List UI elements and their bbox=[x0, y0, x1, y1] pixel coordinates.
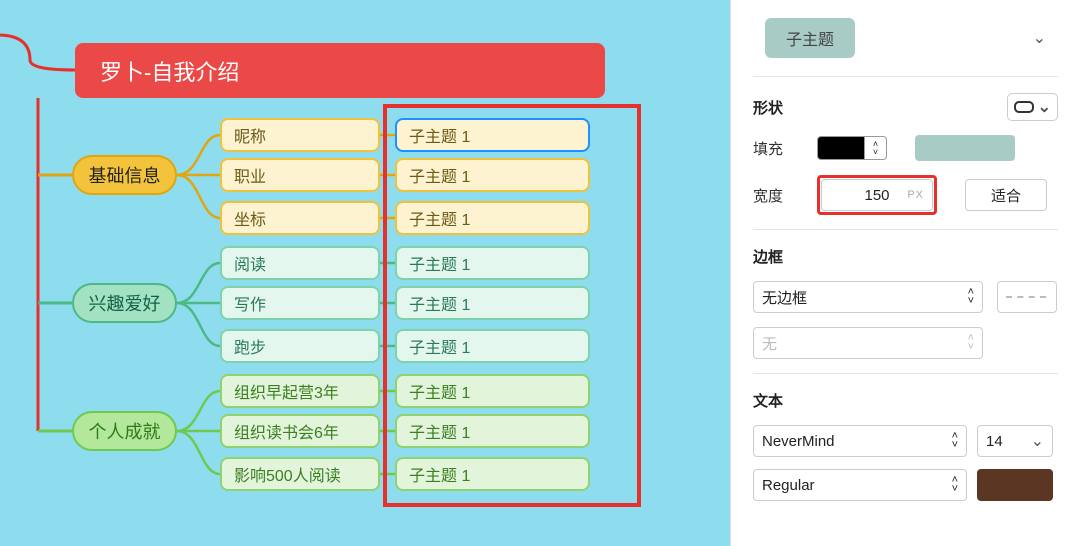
stepper-icon: ˄˅ bbox=[952, 476, 958, 494]
width-input[interactable]: 150 PX bbox=[821, 179, 933, 211]
root-label: 罗卜-自我介绍 bbox=[100, 55, 239, 87]
sub-node[interactable]: 组织读书会6年 bbox=[220, 414, 380, 448]
sub-label: 写作 bbox=[234, 291, 266, 315]
sub-node[interactable]: 坐标 bbox=[220, 201, 380, 235]
sub-node[interactable]: 影响500人阅读 bbox=[220, 457, 380, 491]
sub-label: 跑步 bbox=[234, 334, 266, 358]
leaf-label: 子主题 1 bbox=[409, 206, 470, 230]
font-family-value: NeverMind bbox=[762, 433, 835, 450]
sub-node[interactable]: 跑步 bbox=[220, 329, 380, 363]
fit-button[interactable]: 适合 bbox=[965, 179, 1047, 211]
width-unit: PX bbox=[907, 189, 924, 201]
leaf-label: 子主题 1 bbox=[409, 123, 470, 147]
leaf-node[interactable]: 子主题 1 bbox=[395, 329, 590, 363]
chevron-down-icon: ⌄ bbox=[1031, 431, 1044, 451]
branch-label: 基础信息 bbox=[89, 162, 161, 188]
branch-node-1[interactable]: 基础信息 bbox=[72, 155, 177, 195]
highlight-box-width: 150 PX bbox=[817, 175, 937, 215]
stepper-icon: ˄˅ bbox=[968, 288, 974, 306]
leaf-node[interactable]: 子主题 1 bbox=[395, 457, 590, 491]
sub-node[interactable]: 职业 bbox=[220, 158, 380, 192]
leaf-node[interactable]: 子主题 1 bbox=[395, 246, 590, 280]
font-weight-value: Regular bbox=[762, 477, 815, 494]
branch-node-2[interactable]: 兴趣爱好 bbox=[72, 283, 177, 323]
leaf-label: 子主题 1 bbox=[409, 462, 470, 486]
style-preview-chip[interactable]: 子主题 bbox=[765, 18, 855, 58]
properties-panel: 子主题 ⌄ 形状 ⌄ 填充 ˄˅ 宽度 150 PX 适合 边框 bbox=[730, 0, 1080, 546]
sub-node[interactable]: 组织早起营3年 bbox=[220, 374, 380, 408]
fill-primary-swatch[interactable] bbox=[817, 136, 865, 160]
border-title: 边框 bbox=[753, 246, 1058, 267]
leaf-label: 子主题 1 bbox=[409, 334, 470, 358]
style-preview-label: 子主题 bbox=[786, 26, 834, 50]
shape-dropdown[interactable]: ⌄ bbox=[1007, 93, 1058, 121]
text-title: 文本 bbox=[753, 390, 1058, 411]
branch-node-3[interactable]: 个人成就 bbox=[72, 411, 177, 451]
branch-label: 兴趣爱好 bbox=[89, 290, 161, 316]
border-style-value: 无边框 bbox=[762, 287, 807, 308]
sub-label: 昵称 bbox=[234, 123, 266, 147]
chevron-down-icon: ⌄ bbox=[1038, 97, 1051, 117]
sub-node[interactable]: 写作 bbox=[220, 286, 380, 320]
leaf-label: 子主题 1 bbox=[409, 291, 470, 315]
leaf-node-selected[interactable]: 子主题 1 bbox=[395, 118, 590, 152]
font-size-dropdown[interactable]: 14 ⌄ bbox=[977, 425, 1053, 457]
sub-label: 职业 bbox=[234, 163, 266, 187]
border-color-value: 无 bbox=[762, 333, 777, 354]
border-style-dropdown[interactable]: 无边框 ˄˅ bbox=[753, 281, 983, 313]
fill-label: 填充 bbox=[753, 138, 803, 159]
font-weight-dropdown[interactable]: Regular ˄˅ bbox=[753, 469, 967, 501]
leaf-label: 子主题 1 bbox=[409, 163, 470, 187]
sub-label: 组织早起营3年 bbox=[234, 379, 339, 403]
sub-label: 组织读书会6年 bbox=[234, 419, 339, 443]
font-family-dropdown[interactable]: NeverMind ˄˅ bbox=[753, 425, 967, 457]
leaf-label: 子主题 1 bbox=[409, 379, 470, 403]
root-node[interactable]: 罗卜-自我介绍 bbox=[75, 43, 605, 98]
sub-node[interactable]: 阅读 bbox=[220, 246, 380, 280]
sub-label: 影响500人阅读 bbox=[234, 462, 341, 486]
sub-label: 阅读 bbox=[234, 251, 266, 275]
width-label: 宽度 bbox=[753, 185, 803, 206]
leaf-node[interactable]: 子主题 1 bbox=[395, 374, 590, 408]
shape-label: 形状 bbox=[753, 97, 783, 118]
fill-stepper[interactable]: ˄˅ bbox=[865, 136, 887, 160]
stepper-icon: ˄˅ bbox=[952, 432, 958, 450]
mindmap-canvas[interactable]: 罗卜-自我介绍 基础信息 昵称 职业 坐标 子主题 1 子主题 1 子主题 1 … bbox=[0, 0, 730, 546]
width-value: 150 bbox=[864, 187, 889, 204]
branch-label: 个人成就 bbox=[89, 418, 161, 444]
chevron-down-icon[interactable]: ⌄ bbox=[1033, 28, 1046, 48]
leaf-label: 子主题 1 bbox=[409, 419, 470, 443]
text-color-swatch[interactable] bbox=[977, 469, 1053, 501]
border-pattern-dropdown[interactable] bbox=[997, 281, 1057, 313]
border-color-dropdown[interactable]: 无 ˄˅ bbox=[753, 327, 983, 359]
leaf-node[interactable]: 子主题 1 bbox=[395, 201, 590, 235]
leaf-node[interactable]: 子主题 1 bbox=[395, 158, 590, 192]
fit-label: 适合 bbox=[991, 185, 1021, 206]
leaf-label: 子主题 1 bbox=[409, 251, 470, 275]
fill-color-swatch[interactable] bbox=[915, 135, 1015, 161]
stepper-icon: ˄˅ bbox=[968, 334, 974, 352]
sub-label: 坐标 bbox=[234, 206, 266, 230]
sub-node[interactable]: 昵称 bbox=[220, 118, 380, 152]
dashed-line-icon bbox=[1006, 296, 1046, 298]
rounded-rect-icon bbox=[1014, 101, 1034, 113]
leaf-node[interactable]: 子主题 1 bbox=[395, 414, 590, 448]
leaf-node[interactable]: 子主题 1 bbox=[395, 286, 590, 320]
font-size-value: 14 bbox=[986, 433, 1003, 450]
